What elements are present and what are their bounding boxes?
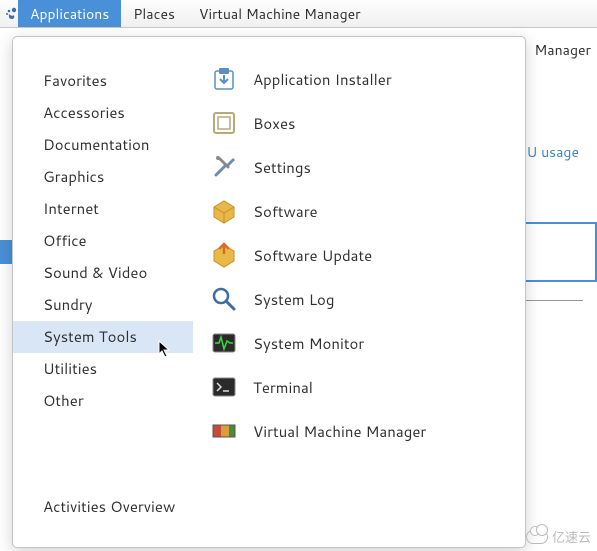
app-software-update[interactable]: Software Update <box>203 233 515 277</box>
app-system-log[interactable]: System Log <box>203 277 515 321</box>
app-settings[interactable]: Settings <box>203 145 515 189</box>
settings-icon <box>209 152 239 182</box>
app-software[interactable]: Software <box>203 189 515 233</box>
app-application-installer[interactable]: Application Installer <box>203 57 515 101</box>
activities-overview[interactable]: Activities Overview <box>13 486 193 535</box>
category-accessories[interactable]: Accessories <box>13 97 193 129</box>
system-monitor-icon <box>209 328 239 358</box>
application-installer-icon <box>209 64 239 94</box>
category-documentation[interactable]: Documentation <box>13 129 193 161</box>
app-terminal[interactable]: Terminal <box>203 365 515 409</box>
terminal-icon <box>209 372 239 402</box>
cpu-chart-selected <box>523 222 597 282</box>
watermark-text: 亿速云 <box>552 527 591 547</box>
boxes-icon <box>209 108 239 138</box>
app-label: Boxes <box>253 113 296 134</box>
virtual-machine-manager-icon <box>209 416 239 446</box>
selection-highlight <box>0 240 12 264</box>
menu-vmm-label: Virtual Machine Manager <box>199 4 361 24</box>
cloud-icon <box>526 530 548 544</box>
category-list: Favorites Accessories Documentation Grap… <box>13 37 193 547</box>
app-system-monitor[interactable]: System Monitor <box>203 321 515 365</box>
gnome-logo-icon <box>0 0 18 27</box>
category-office[interactable]: Office <box>13 225 193 257</box>
applications-dropdown: Favorites Accessories Documentation Grap… <box>12 36 526 548</box>
app-label: Software <box>253 201 318 222</box>
application-list: Application Installer Boxes Settings Sof… <box>193 37 525 547</box>
category-favorites[interactable]: Favorites <box>13 65 193 97</box>
category-graphics[interactable]: Graphics <box>13 161 193 193</box>
system-log-icon <box>209 284 239 314</box>
menu-places-label: Places <box>133 4 175 24</box>
software-icon <box>209 196 239 226</box>
category-sundry[interactable]: Sundry <box>13 289 193 321</box>
cpu-usage-label: U usage <box>526 142 579 162</box>
menu-vmm[interactable]: Virtual Machine Manager <box>187 0 373 27</box>
window-title-fragment: Manager <box>534 40 591 60</box>
menu-places[interactable]: Places <box>121 0 187 27</box>
menubar: Applications Places Virtual Machine Mana… <box>0 0 597 28</box>
menu-applications[interactable]: Applications <box>18 0 121 27</box>
app-boxes[interactable]: Boxes <box>203 101 515 145</box>
app-label: Software Update <box>253 245 372 266</box>
category-internet[interactable]: Internet <box>13 193 193 225</box>
app-label: Virtual Machine Manager <box>253 421 426 442</box>
mouse-cursor-icon <box>158 340 172 358</box>
category-other[interactable]: Other <box>13 385 193 417</box>
watermark: 亿速云 <box>526 527 591 547</box>
app-label: System Monitor <box>253 333 364 354</box>
app-label: Settings <box>253 157 311 178</box>
app-label: System Log <box>253 289 335 310</box>
app-virtual-machine-manager[interactable]: Virtual Machine Manager <box>203 409 515 453</box>
app-label: Application Installer <box>253 69 392 90</box>
category-sound-video[interactable]: Sound & Video <box>13 257 193 289</box>
menu-applications-label: Applications <box>30 4 109 24</box>
software-update-icon <box>209 240 239 270</box>
app-label: Terminal <box>253 377 313 398</box>
cpu-chart-axis <box>523 300 583 312</box>
